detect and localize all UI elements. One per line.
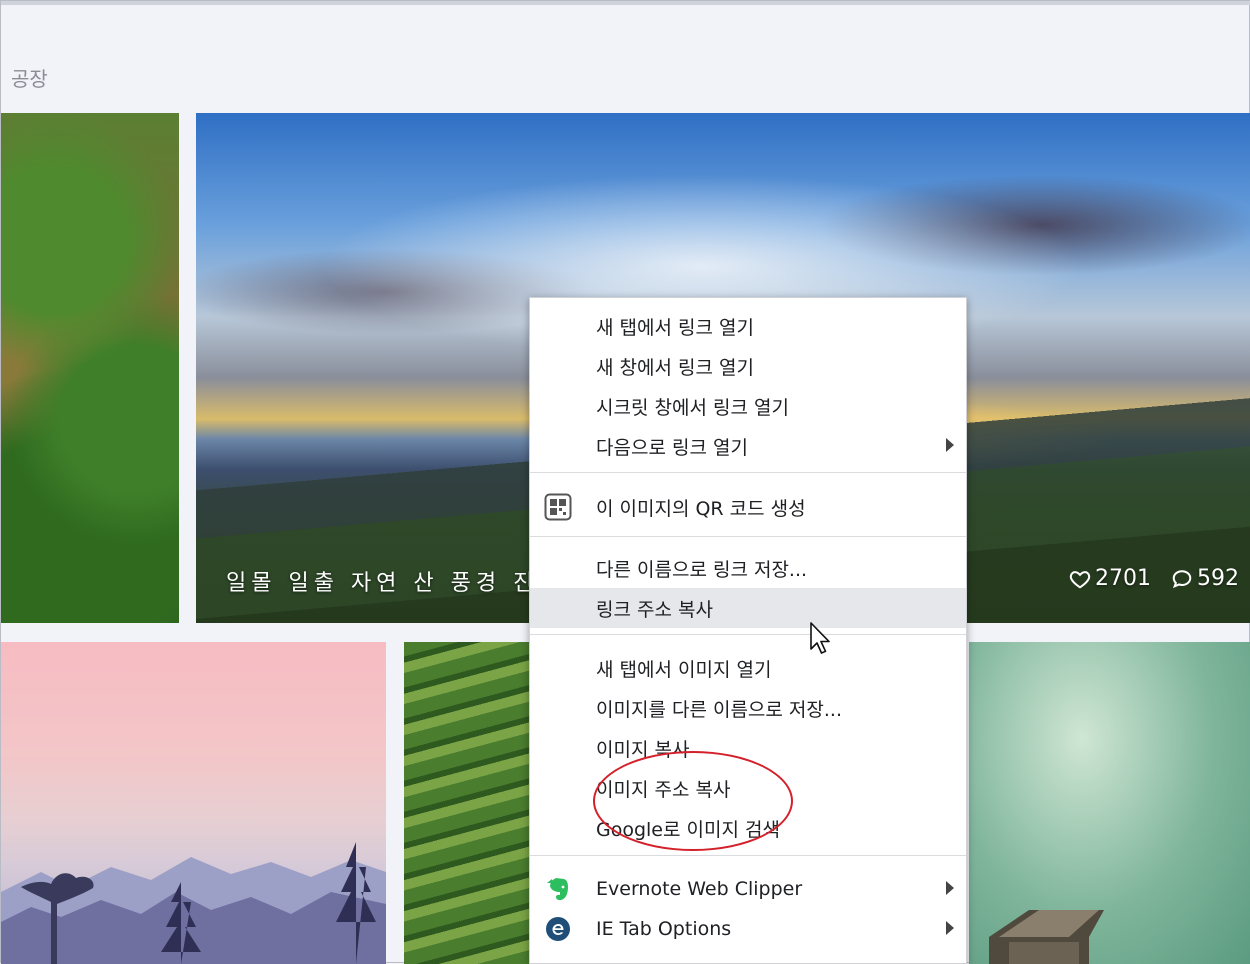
likes-stat[interactable]: 2701 bbox=[1069, 566, 1151, 591]
menu-item-open-link-as[interactable]: 다음으로 링크 열기 bbox=[530, 426, 966, 466]
menu-separator bbox=[530, 472, 966, 473]
submenu-arrow-icon bbox=[946, 881, 954, 895]
menu-item-open-link-new-tab[interactable]: 새 탭에서 링크 열기 bbox=[530, 306, 966, 346]
menu-item-open-image-new-tab[interactable]: 새 탭에서 이미지 열기 bbox=[530, 648, 966, 688]
image-caption: 일몰 일출 자연 산 풍경 진 bbox=[226, 571, 539, 596]
menu-item-open-link-new-window[interactable]: 새 창에서 링크 열기 bbox=[530, 346, 966, 386]
menu-item-open-link-incognito[interactable]: 시크릿 창에서 링크 열기 bbox=[530, 386, 966, 426]
mountain-silhouette bbox=[1, 842, 386, 964]
comments-count: 592 bbox=[1197, 566, 1239, 591]
mouse-cursor-icon bbox=[810, 622, 830, 654]
menu-item-search-image-google[interactable]: Google로 이미지 검색 bbox=[530, 808, 966, 848]
menu-item-save-link-as[interactable]: 다른 이름으로 링크 저장... bbox=[530, 548, 966, 588]
menu-separator bbox=[530, 855, 966, 856]
image-stats: 2701 592 bbox=[1069, 566, 1239, 591]
image-tile-village[interactable] bbox=[969, 642, 1250, 964]
menu-item-copy-image[interactable]: 이미지 복사 bbox=[530, 728, 966, 768]
qr-code-icon bbox=[544, 493, 572, 521]
menu-item-copy-image-address[interactable]: 이미지 주소 복사 bbox=[530, 768, 966, 808]
comments-stat[interactable]: 592 bbox=[1171, 566, 1239, 591]
menu-separator bbox=[530, 536, 966, 537]
menu-item-ie-tab-options[interactable]: IE Tab Options bbox=[530, 909, 966, 949]
breadcrumb[interactable]: 공장 bbox=[11, 63, 48, 92]
house-silhouette bbox=[989, 910, 1104, 964]
likes-count: 2701 bbox=[1095, 566, 1151, 591]
image-tile-forest[interactable] bbox=[1, 113, 179, 623]
image-tile-terraces[interactable] bbox=[404, 642, 534, 964]
evernote-icon bbox=[547, 878, 568, 901]
menu-item-save-image-as[interactable]: 이미지를 다른 이름으로 저장... bbox=[530, 688, 966, 728]
image-tile-mountains[interactable] bbox=[1, 642, 386, 964]
menu-item-qr-code[interactable]: 이 이미지의 QR 코드 생성 bbox=[530, 487, 966, 527]
heart-icon bbox=[1069, 570, 1091, 588]
context-menu: 새 탭에서 링크 열기 새 창에서 링크 열기 시크릿 창에서 링크 열기 다음… bbox=[529, 297, 967, 964]
menu-separator bbox=[530, 634, 966, 635]
submenu-arrow-icon bbox=[946, 438, 954, 452]
menu-item-evernote[interactable]: Evernote Web Clipper bbox=[530, 869, 966, 909]
submenu-arrow-icon bbox=[946, 921, 954, 935]
ie-tab-icon bbox=[546, 917, 570, 941]
window-top-border bbox=[1, 1, 1250, 5]
comment-icon bbox=[1172, 569, 1192, 588]
menu-item-copy-link-address[interactable]: 링크 주소 복사 bbox=[530, 588, 966, 628]
